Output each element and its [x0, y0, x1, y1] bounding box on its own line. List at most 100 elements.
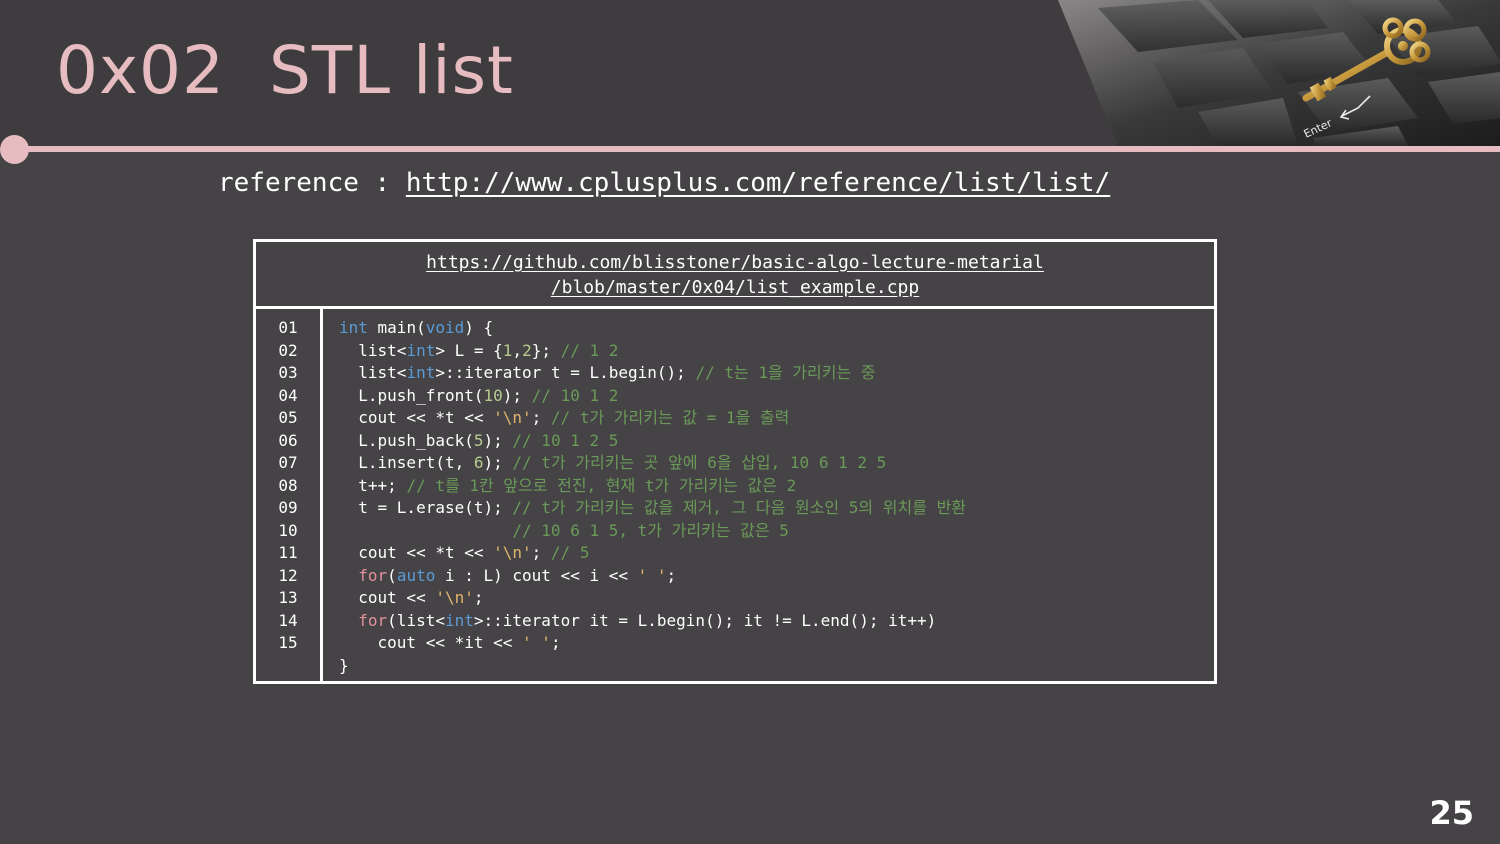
code-token: // t가 가리키는 값을 제거, 그 다음 원소인 5의 위치를 반환 — [512, 498, 967, 517]
line-number: 02 — [278, 340, 298, 360]
code-token: '\n' — [493, 543, 532, 562]
code-token: ; — [473, 588, 484, 607]
code-token: // 10 1 2 — [531, 385, 619, 405]
slide-title: 0x02 STL list — [56, 32, 514, 109]
code-token: // 5 — [550, 543, 590, 562]
code-token: L.insert(t, — [339, 453, 474, 472]
code-line: for(auto i : L) cout << i << ' '; — [339, 565, 676, 587]
code-token: cout << — [339, 588, 436, 607]
code-token: 1 — [502, 340, 513, 360]
code-box: https://github.com/blisstoner/basic-algo… — [253, 239, 1217, 684]
code-token: for — [358, 565, 388, 585]
code-line: L.push_front(10); // 10 1 2 — [339, 385, 618, 407]
code-token: int — [339, 318, 368, 337]
code-token: 10 — [483, 385, 503, 405]
code-line: cout << *t << '\n'; // t가 가리키는 값 = 1을 출력 — [339, 407, 789, 429]
code-line: list<int>::iterator t = L.begin(); // t는… — [339, 362, 876, 384]
reference-line: reference : http://www.cplusplus.com/ref… — [218, 166, 1110, 200]
code-token: for — [358, 610, 388, 630]
github-link-line-1[interactable]: https://github.com/blisstoner/basic-algo… — [256, 250, 1214, 275]
github-link-line-2[interactable]: /blob/master/0x04/list_example.cpp — [256, 275, 1214, 300]
code-token: // 10 6 1 5, t가 가리키는 값은 5 — [512, 520, 789, 540]
code-token: L.push_front( — [339, 385, 484, 405]
line-number: 04 — [278, 385, 298, 405]
line-number: 07 — [278, 453, 298, 472]
accent-line — [14, 146, 1500, 152]
code-token: int — [406, 363, 436, 382]
line-number: 11 — [278, 543, 298, 562]
line-number: 14 — [278, 610, 298, 630]
keyboard-key-image: Enter — [1058, 0, 1500, 146]
code-token: }; — [531, 340, 561, 360]
code-token: } — [339, 655, 349, 675]
code-token: ; — [531, 408, 551, 427]
code-token: int — [444, 610, 474, 630]
line-number: 12 — [278, 565, 298, 585]
code-token: L.push_back( — [339, 430, 474, 450]
line-number: 15 — [278, 633, 298, 652]
code-token: t = L.erase(t); — [339, 498, 513, 517]
code-token: void — [425, 318, 465, 337]
line-number: 05 — [278, 408, 298, 427]
code-token: , — [512, 340, 523, 360]
code-token: // 10 1 2 5 — [512, 430, 619, 450]
code-area: int main(void) { list<int> L = {1,2}; //… — [323, 309, 1214, 681]
line-number: 09 — [278, 498, 298, 517]
code-line: } — [339, 655, 349, 677]
code-line: // 10 6 1 5, t가 가리키는 값은 5 — [339, 520, 789, 542]
reference-link[interactable]: http://www.cplusplus.com/reference/list/… — [406, 168, 1110, 198]
page-number: 25 — [1429, 794, 1474, 832]
code-token: ' ' — [522, 633, 551, 652]
code-token: // t가 가리키는 곳 앞에 6을 삽입, 10 6 1 2 5 — [512, 453, 887, 472]
code-line: L.insert(t, 6); // t가 가리키는 곳 앞에 6을 삽입, 1… — [339, 452, 886, 474]
code-token: // t가 가리키는 값 = 1을 출력 — [550, 408, 790, 427]
code-token: ); — [502, 385, 532, 405]
code-line: cout << *t << '\n'; // 5 — [339, 542, 589, 564]
code-token: ); — [483, 453, 513, 472]
line-number: 08 — [278, 475, 298, 495]
line-number: 13 — [278, 588, 298, 607]
code-token: ); — [483, 430, 513, 450]
code-token: >::iterator it = L.begin(); it != L.end(… — [473, 610, 937, 630]
line-number: 01 — [278, 318, 298, 337]
code-line: L.push_back(5); // 10 1 2 5 — [339, 430, 618, 452]
code-token: ; — [550, 633, 561, 652]
code-line: cout << '\n'; — [339, 587, 484, 609]
code-token: '\n' — [435, 588, 474, 607]
code-token: list< — [339, 363, 407, 382]
code-token: t++; — [339, 475, 407, 495]
code-token: ' ' — [637, 565, 667, 585]
slide: Enter 0x02 STL list reference : http://w… — [0, 0, 1500, 844]
code-source-header: https://github.com/blisstoner/basic-algo… — [256, 242, 1214, 309]
code-token: // t를 1칸 앞으로 전진, 현재 t가 가리키는 값은 2 — [406, 475, 797, 495]
code-line: t = L.erase(t); // t가 가리키는 값을 제거, 그 다음 원… — [339, 497, 966, 519]
code-token: cout << *t << — [339, 408, 494, 427]
code-token: ; — [666, 565, 677, 585]
code-token: ( — [387, 565, 397, 585]
code-line: int main(void) { — [339, 317, 493, 339]
code-token: main( — [367, 318, 426, 337]
code-token: 5 — [473, 430, 484, 450]
code-token: i : L) cout << i << — [435, 565, 638, 585]
code-token: cout << *it << — [339, 633, 523, 652]
code-line: t++; // t를 1칸 앞으로 전진, 현재 t가 가리키는 값은 2 — [339, 475, 796, 497]
code-token: > L = { — [435, 340, 503, 360]
code-line: cout << *it << ' '; — [339, 632, 561, 654]
code-token: auto — [396, 565, 436, 585]
line-number: 06 — [278, 430, 298, 450]
line-number: 10 — [278, 520, 298, 540]
code-token: // 1 2 — [560, 340, 619, 360]
code-token: int — [406, 340, 436, 360]
code-token: '\n' — [493, 408, 532, 427]
reference-label: reference : — [218, 168, 406, 198]
code-token: // t는 1을 가리키는 중 — [695, 363, 876, 382]
code-token: ) { — [464, 318, 494, 337]
code-token: ; — [531, 543, 551, 562]
code-token: 2 — [522, 340, 532, 360]
line-number-gutter: 01 02 03 04 05 06 07 08 09 10 11 12 13 14 15 — [256, 309, 323, 681]
code-token: 6 — [473, 453, 484, 472]
code-token: list< — [339, 340, 407, 360]
